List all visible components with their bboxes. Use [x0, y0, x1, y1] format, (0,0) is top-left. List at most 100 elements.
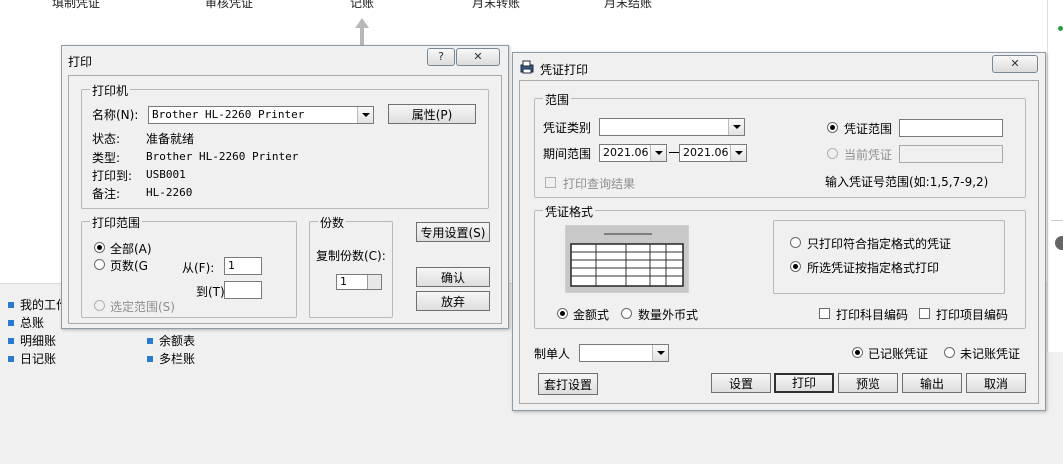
comment-label: 备注:	[92, 187, 121, 201]
list-item[interactable]: 总账	[8, 314, 44, 331]
template-settings-button[interactable]: 套打设置	[538, 373, 598, 395]
help-button[interactable]: ?	[427, 48, 455, 66]
setup-button[interactable]: 设置	[711, 373, 771, 393]
only-matching-radio[interactable]	[790, 237, 801, 248]
to-page-input[interactable]	[224, 281, 262, 299]
spin-down-icon[interactable]	[367, 282, 381, 289]
ok-button[interactable]: 确认	[416, 267, 490, 287]
range-hint: 输入凭证号范围(如:1,5,7-9,2)	[825, 175, 989, 189]
all-pages-label: 全部(A)	[110, 242, 152, 256]
period-to-select[interactable]: 2021.06	[679, 144, 747, 162]
unposted-label: 未记账凭证	[960, 347, 1021, 361]
format-group-label: 凭证格式	[543, 203, 596, 220]
current-voucher-input[interactable]	[899, 145, 1003, 163]
chevron-down-icon[interactable]	[730, 145, 746, 161]
range-dash	[669, 152, 679, 153]
unposted-radio[interactable]	[944, 347, 955, 358]
special-settings-button[interactable]: 专用设置(S)	[416, 222, 490, 242]
menu-audit-voucher[interactable]: 审核凭证	[205, 0, 253, 11]
doc-icon	[8, 338, 14, 344]
format-group: 凭证格式 金额式 数量外币式 只打印符合指定格式的凭证 所选凭证按指定格式打印 …	[534, 203, 1026, 329]
list-item[interactable]: 明细账	[8, 332, 56, 349]
foreign-format-radio[interactable]	[621, 308, 632, 319]
where-label: 打印到:	[92, 169, 133, 183]
list-item[interactable]: 余额表	[147, 332, 195, 349]
doc-icon	[8, 320, 14, 326]
close-button[interactable]: ✕	[456, 48, 500, 66]
spin-up-icon[interactable]	[367, 275, 381, 282]
amount-format-radio[interactable]	[557, 308, 568, 319]
close-button[interactable]: ✕	[992, 55, 1038, 73]
list-item[interactable]: 多栏账	[147, 350, 195, 367]
type-label: 类型:	[92, 151, 121, 165]
range-group: 范围 凭证类别 期间范围 2021.06 2021.06 打印查询结果 凭证范围	[534, 91, 1026, 198]
menu-month-close[interactable]: 月末结账	[604, 0, 652, 11]
print-button[interactable]: 打印	[774, 373, 834, 393]
right-side-panel	[1047, 0, 1063, 352]
printer-group-label: 打印机	[90, 82, 131, 99]
print-account-code-label: 打印科目编码	[836, 308, 909, 322]
doc-icon	[147, 338, 153, 344]
chevron-down-icon[interactable]	[357, 107, 373, 123]
copies-stepper[interactable]: 1	[336, 274, 382, 290]
voucher-dialog-title: 凭证打印	[540, 63, 589, 77]
page-range-radio[interactable]	[94, 259, 105, 270]
print-query-checkbox[interactable]	[545, 177, 556, 188]
print-range-group: 打印范围 全部(A) 页数(G 从(F): 1 到(T): 选定范围(S)	[81, 214, 297, 318]
doc-icon	[147, 356, 153, 362]
selection-radio[interactable]	[94, 300, 105, 311]
amount-format-label: 金额式	[573, 308, 610, 322]
print-dialog-title: 打印	[68, 55, 93, 69]
where-value: USB001	[146, 168, 186, 181]
properties-button[interactable]: 属性(P)	[388, 104, 476, 124]
period-from-select[interactable]: 2021.06	[599, 144, 667, 162]
close-icon: ✕	[1010, 57, 1020, 70]
export-button[interactable]: 输出	[902, 373, 962, 393]
voucher-format-thumbnail[interactable]	[565, 225, 689, 293]
all-format-radio[interactable]	[790, 261, 801, 272]
printer-icon	[520, 60, 534, 74]
all-pages-radio[interactable]	[94, 242, 105, 253]
chevron-down-icon[interactable]	[728, 119, 744, 135]
cancel-button[interactable]: 取消	[966, 373, 1026, 393]
print-dialog: 打印 ? ✕ 打印机 名称(N): Brother HL-2260 Printe…	[61, 45, 509, 329]
chevron-down-icon[interactable]	[650, 145, 666, 161]
posted-radio[interactable]	[852, 347, 863, 358]
menu-fill-voucher[interactable]: 填制凭证	[52, 0, 100, 11]
copies-group: 份数 复制份数(C): 1	[309, 214, 393, 318]
divider	[1051, 220, 1063, 221]
foreign-format-label: 数量外币式	[638, 308, 699, 322]
voucher-range-input[interactable]	[899, 119, 1003, 137]
side-tab-icon[interactable]	[1055, 236, 1063, 250]
status-value: 准备就绪	[146, 132, 195, 146]
print-range-label: 打印范围	[90, 214, 143, 231]
from-page-input[interactable]: 1	[224, 257, 262, 275]
posted-label: 已记账凭证	[868, 347, 929, 361]
list-item[interactable]: 日记账	[8, 350, 56, 367]
printer-name-label: 名称(N):	[92, 108, 139, 122]
print-item-code-checkbox[interactable]	[919, 308, 930, 319]
current-voucher-label: 当前凭证	[844, 148, 893, 162]
maker-select[interactable]	[579, 344, 669, 362]
chevron-down-icon[interactable]	[652, 345, 668, 361]
list-item[interactable]: 我的工作	[8, 296, 68, 313]
menu-post[interactable]: 记账	[350, 0, 374, 11]
copies-group-label: 份数	[318, 214, 347, 231]
comment-value: HL-2260	[146, 186, 193, 199]
preview-button[interactable]: 预览	[838, 373, 898, 393]
current-voucher-radio[interactable]	[827, 148, 838, 159]
print-dialog-body: 打印机 名称(N): Brother HL-2260 Printer 属性(P)…	[68, 75, 502, 324]
menu-month-transfer[interactable]: 月末转账	[472, 0, 520, 11]
cancel-button[interactable]: 放弃	[416, 291, 490, 311]
copies-label: 复制份数(C):	[316, 249, 386, 263]
print-account-code-checkbox[interactable]	[819, 308, 830, 319]
format-option-box: 只打印符合指定格式的凭证 所选凭证按指定格式打印	[773, 220, 1005, 294]
printer-select[interactable]: Brother HL-2260 Printer	[148, 106, 374, 124]
doc-icon	[8, 356, 14, 362]
printer-group: 打印机 名称(N): Brother HL-2260 Printer 属性(P)…	[81, 82, 489, 209]
category-select[interactable]	[599, 118, 745, 136]
selection-label: 选定范围(S)	[110, 300, 175, 314]
from-label: 从(F):	[182, 261, 215, 275]
close-icon: ✕	[473, 50, 483, 63]
voucher-range-radio[interactable]	[827, 122, 838, 133]
